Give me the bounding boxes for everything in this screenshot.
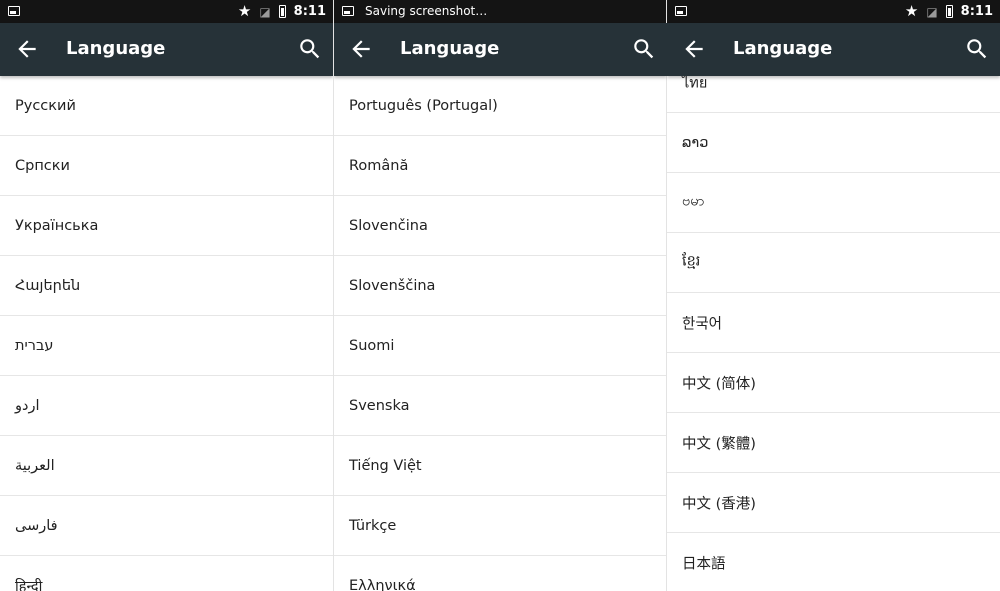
language-label: Suomi <box>349 337 395 354</box>
language-list: Русский Српски Українська Հայերեն עברית … <box>0 76 333 591</box>
status-icons: ★ ◪ 8:11 <box>238 2 326 21</box>
language-item[interactable]: Suomi <box>334 316 667 376</box>
language-item[interactable]: Українська <box>0 196 333 256</box>
language-label: 中文 (香港) <box>682 496 756 512</box>
language-item[interactable]: Português (Portugal) <box>334 76 667 136</box>
page-title: Language <box>400 38 500 59</box>
language-item[interactable]: فارسی <box>0 496 333 556</box>
language-list: ไทย ລາວ ဗမာ ខ្មែរ 한국어 中文 (简体) 中文 (繁體) 中文… <box>667 53 1000 591</box>
status-time: 8:11 <box>293 4 326 19</box>
language-item[interactable]: हिन्दी <box>0 556 333 591</box>
language-item[interactable]: ဗမာ <box>667 173 1000 233</box>
star-icon: ★ <box>237 2 252 20</box>
language-item[interactable]: العربية <box>0 436 333 496</box>
language-label: Tiếng Việt <box>349 457 422 474</box>
language-item[interactable]: Slovenčina <box>334 196 667 256</box>
screenshot-icon <box>675 6 687 16</box>
language-label: 中文 (简体) <box>682 376 756 392</box>
language-item[interactable]: اردو <box>0 376 333 436</box>
language-item[interactable]: 한국어 <box>667 293 1000 353</box>
status-notification: Saving screenshot… <box>365 4 488 18</box>
language-item[interactable]: Ελληνικά <box>334 556 667 591</box>
arrow-back-icon[interactable] <box>681 36 707 62</box>
language-label: العربية <box>15 457 55 474</box>
language-label: اردو <box>15 397 40 414</box>
language-label: Svenska <box>349 397 410 414</box>
status-bar: ★ ◪ 8:11 <box>667 0 1000 23</box>
status-icons: ★ ◪ 8:11 <box>905 2 993 21</box>
status-bar: ★ ◪ 8:11 <box>0 0 333 23</box>
app-bar: Language <box>0 23 333 76</box>
language-item[interactable]: Հայերեն <box>0 256 333 316</box>
no-signal-icon: ◪ <box>259 4 271 19</box>
language-label: 한국어 <box>682 316 723 332</box>
language-item[interactable]: 中文 (香港) <box>667 473 1000 533</box>
app-bar: Language <box>334 23 667 76</box>
language-label: Slovenščina <box>349 277 436 294</box>
language-screen-2: Saving screenshot… Language Português (P… <box>334 0 667 591</box>
language-item[interactable]: 中文 (繁體) <box>667 413 1000 473</box>
language-label: Русский <box>15 97 76 114</box>
language-label: 中文 (繁體) <box>682 436 756 452</box>
page-title: Language <box>733 38 833 59</box>
arrow-back-icon[interactable] <box>348 36 374 62</box>
language-label: עברית <box>15 337 54 354</box>
language-item[interactable]: עברית <box>0 316 333 376</box>
language-label: 日本語 <box>682 556 726 572</box>
language-item[interactable]: Tiếng Việt <box>334 436 667 496</box>
arrow-back-icon[interactable] <box>14 36 40 62</box>
language-item[interactable]: Türkçe <box>334 496 667 556</box>
language-item[interactable]: 中文 (简体) <box>667 353 1000 413</box>
language-label: ខ្មែរ <box>682 253 701 269</box>
screenshot-icon <box>342 6 354 16</box>
language-item[interactable]: ខ្មែរ <box>667 233 1000 293</box>
language-label: हिन्दी <box>15 578 43 591</box>
language-label: Română <box>349 157 409 174</box>
battery-icon <box>945 5 953 18</box>
language-label: Українська <box>15 217 99 234</box>
language-label: فارسی <box>15 517 58 534</box>
battery-icon <box>278 5 286 18</box>
language-label: Ελληνικά <box>349 577 416 591</box>
language-screen-3: ★ ◪ 8:11 Language ไทย ລາວ ဗမာ ខ្មែរ 한국어 … <box>667 0 1000 591</box>
language-label: Հայերեն <box>15 277 81 294</box>
language-item[interactable]: Slovenščina <box>334 256 667 316</box>
language-item[interactable]: Русский <box>0 76 333 136</box>
search-icon[interactable] <box>631 36 657 62</box>
app-bar: Language <box>667 23 1000 76</box>
language-label: ဗမာ <box>682 193 705 209</box>
language-item[interactable]: Svenska <box>334 376 667 436</box>
no-signal-icon: ◪ <box>926 4 938 19</box>
language-list: Português (Portugal) Română Slovenčina S… <box>334 76 667 591</box>
status-time: 8:11 <box>960 4 993 19</box>
language-item[interactable]: Српски <box>0 136 333 196</box>
page-title: Language <box>66 38 166 59</box>
language-item[interactable]: Română <box>334 136 667 196</box>
language-label: ລາວ <box>682 134 709 151</box>
status-bar: Saving screenshot… <box>334 0 667 23</box>
language-item[interactable]: ລາວ <box>667 113 1000 173</box>
language-item[interactable]: 日本語 <box>667 533 1000 591</box>
language-label: Српски <box>15 157 70 174</box>
search-icon[interactable] <box>964 36 990 62</box>
language-screen-1: ★ ◪ 8:11 Language Русский Српски Українс… <box>0 0 333 591</box>
screenshot-icon <box>8 6 20 16</box>
search-icon[interactable] <box>297 36 323 62</box>
language-label: Slovenčina <box>349 217 428 234</box>
language-label: Português (Portugal) <box>349 97 498 114</box>
language-label: Türkçe <box>349 517 397 534</box>
star-icon: ★ <box>904 2 919 20</box>
